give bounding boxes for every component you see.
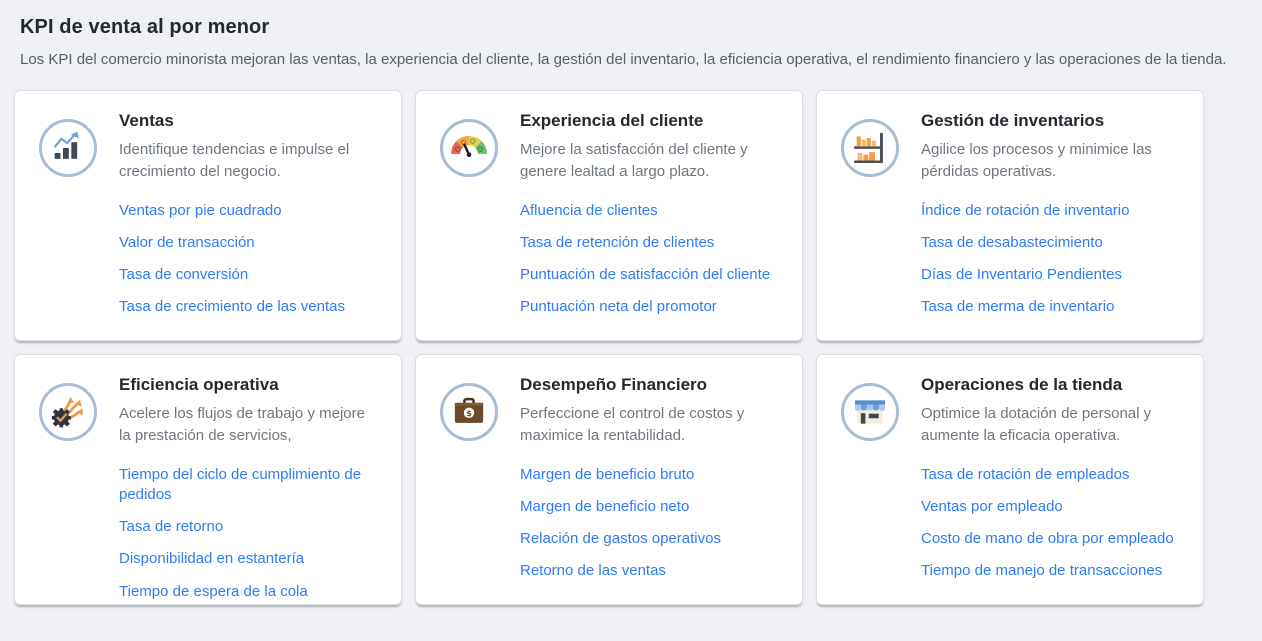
card-title: Experiencia del cliente: [520, 111, 780, 131]
kpi-link[interactable]: Ventas por pie cuadrado: [119, 201, 379, 221]
kpi-link[interactable]: Puntuación de satisfacción del cliente: [520, 265, 780, 285]
kpi-link[interactable]: Tasa de desabastecimiento: [921, 233, 1181, 253]
kpi-card: $ Desempeño Financiero Perfeccione el co…: [415, 354, 803, 605]
kpi-link-list: Tiempo del ciclo de cumplimiento de pedi…: [119, 465, 379, 602]
card-title: Eficiencia operativa: [119, 375, 379, 395]
customer-satisfaction-gauge-icon: [449, 128, 489, 168]
card-body: Operaciones de la tienda Optimice la dot…: [899, 375, 1181, 594]
kpi-link[interactable]: Relación de gastos operativos: [520, 529, 780, 549]
card-body: Gestión de inventarios Agilice los proce…: [899, 111, 1181, 330]
card-body: Desempeño Financiero Perfeccione el cont…: [498, 375, 780, 594]
kpi-card: Eficiencia operativa Acelere los flujos …: [14, 354, 402, 605]
kpi-link[interactable]: Costo de mano de obra por empleado: [921, 529, 1181, 549]
card-description: Identifique tendencias e impulse el crec…: [119, 139, 379, 184]
kpi-link[interactable]: Disponibilidad en estantería: [119, 549, 379, 569]
inventory-shelf-icon: [850, 128, 890, 168]
kpi-link[interactable]: Tasa de retención de clientes: [520, 233, 780, 253]
kpi-link-list: Ventas por pie cuadrado Valor de transacc…: [119, 201, 379, 318]
card-icon-ring: [841, 383, 899, 441]
card-description: Agilice los procesos y minimice las pérd…: [921, 139, 1181, 184]
kpi-link[interactable]: Tasa de retorno: [119, 517, 379, 537]
finance-briefcase-icon: $: [449, 392, 489, 432]
kpi-link[interactable]: Ventas por empleado: [921, 497, 1181, 517]
card-description: Perfeccione el control de costos y maxim…: [520, 403, 780, 448]
kpi-link[interactable]: Retorno de las ventas: [520, 561, 780, 581]
kpi-link[interactable]: Tasa de crecimiento de las ventas: [119, 297, 379, 317]
kpi-page: KPI de venta al por menor Los KPI del co…: [0, 0, 1262, 619]
card-icon-ring: [440, 119, 498, 177]
card-body: Experiencia del cliente Mejore la satisf…: [498, 111, 780, 330]
page-description: Los KPI del comercio minorista mejoran l…: [20, 49, 1242, 72]
kpi-card: Ventas Identifique tendencias e impulse …: [14, 90, 402, 341]
card-icon-ring: [39, 383, 97, 441]
kpi-link[interactable]: Margen de beneficio neto: [520, 497, 780, 517]
card-description: Acelere los flujos de trabajo y mejore l…: [119, 403, 379, 448]
efficiency-gear-icon: [48, 392, 88, 432]
kpi-link-list: Margen de beneficio bruto Margen de benef…: [520, 465, 780, 582]
card-body: Ventas Identifique tendencias e impulse …: [97, 111, 379, 330]
card-icon-ring: [841, 119, 899, 177]
sales-trend-icon: [48, 128, 88, 168]
card-title: Operaciones de la tienda: [921, 375, 1181, 395]
svg-text:$: $: [466, 408, 472, 418]
card-title: Desempeño Financiero: [520, 375, 780, 395]
storefront-icon: [850, 392, 890, 432]
kpi-link[interactable]: Margen de beneficio bruto: [520, 465, 780, 485]
kpi-card: Experiencia del cliente Mejore la satisf…: [415, 90, 803, 341]
kpi-link[interactable]: Tiempo de manejo de transacciones: [921, 561, 1181, 581]
kpi-link[interactable]: Tasa de conversión: [119, 265, 379, 285]
kpi-card: Gestión de inventarios Agilice los proce…: [816, 90, 1204, 341]
kpi-link-list: Afluencia de clientes Tasa de retención d…: [520, 201, 780, 318]
card-icon-ring: $: [440, 383, 498, 441]
card-title: Ventas: [119, 111, 379, 131]
card-body: Eficiencia operativa Acelere los flujos …: [97, 375, 379, 605]
kpi-link[interactable]: Tiempo del ciclo de cumplimiento de pedi…: [119, 465, 379, 506]
card-icon-ring: [39, 119, 97, 177]
kpi-link[interactable]: Índice de rotación de inventario: [921, 201, 1181, 221]
kpi-link-list: Índice de rotación de inventario Tasa de …: [921, 201, 1181, 318]
kpi-link[interactable]: Tasa de rotación de empleados: [921, 465, 1181, 485]
kpi-link-list: Tasa de rotación de empleados Ventas por …: [921, 465, 1181, 582]
kpi-link[interactable]: Días de Inventario Pendientes: [921, 265, 1181, 285]
card-title: Gestión de inventarios: [921, 111, 1181, 131]
kpi-link[interactable]: Afluencia de clientes: [520, 201, 780, 221]
card-description: Optimice la dotación de personal y aumen…: [921, 403, 1181, 448]
card-description: Mejore la satisfacción del cliente y gen…: [520, 139, 780, 184]
kpi-card-grid: Ventas Identifique tendencias e impulse …: [14, 90, 1242, 605]
kpi-link[interactable]: Tasa de merma de inventario: [921, 297, 1181, 317]
kpi-link[interactable]: Tiempo de espera de la cola: [119, 582, 379, 602]
kpi-link[interactable]: Valor de transacción: [119, 233, 379, 253]
kpi-card: Operaciones de la tienda Optimice la dot…: [816, 354, 1204, 605]
page-title: KPI de venta al por menor: [20, 16, 1242, 39]
kpi-link[interactable]: Puntuación neta del promotor: [520, 297, 780, 317]
